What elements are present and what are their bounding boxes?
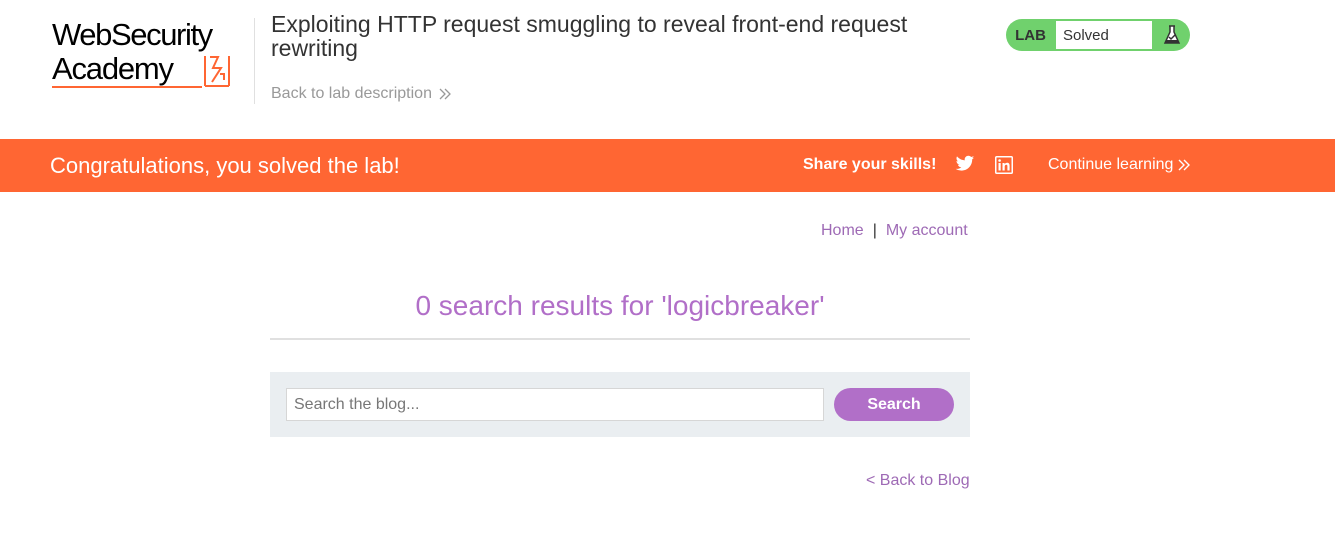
lab-title: Exploiting HTTP request smuggling to rev…	[271, 11, 908, 61]
double-chevron-right-icon	[439, 88, 451, 100]
back-to-description-label: Back to lab description	[271, 85, 432, 102]
lab-status-widget: LAB Solved	[1006, 19, 1190, 51]
continue-learning-link[interactable]: Continue learning	[1048, 156, 1191, 174]
home-link[interactable]: Home	[821, 222, 864, 239]
my-account-link[interactable]: My account	[886, 222, 968, 239]
search-button[interactable]: Search	[834, 388, 954, 421]
lab-header: WebSecurity Academy Exploiting HTTP requ…	[0, 0, 1335, 139]
back-to-lab-description-link[interactable]: Back to lab description	[271, 85, 452, 103]
solved-banner: Congratulations, you solved the lab! Sha…	[0, 139, 1335, 192]
logo-line1: WebSecurity	[52, 17, 213, 52]
nav-separator: |	[872, 222, 877, 239]
lightning-bolt-icon	[204, 56, 230, 87]
linkedin-icon[interactable]	[995, 156, 1013, 174]
lab-status-value: Solved	[1055, 20, 1153, 50]
search-results-heading: 0 search results for 'logicbreaker'	[415, 290, 825, 321]
back-to-blog-link[interactable]: < Back to Blog	[866, 472, 970, 490]
congratulations-message: Congratulations, you solved the lab!	[50, 153, 400, 178]
logo-underline	[52, 86, 202, 88]
double-chevron-right-icon	[1178, 159, 1191, 171]
share-skills-label: Share your skills!	[803, 156, 937, 173]
heading-divider	[270, 338, 970, 340]
web-security-academy-logo[interactable]: WebSecurity Academy	[52, 18, 252, 90]
flask-check-icon	[1153, 19, 1190, 51]
top-nav: Home | My account	[821, 222, 968, 240]
logo-line2: Academy	[52, 51, 174, 86]
search-input[interactable]	[286, 388, 824, 421]
blog-search-form: Search	[270, 372, 970, 437]
lab-badge: LAB	[1015, 27, 1046, 44]
twitter-icon[interactable]	[955, 155, 975, 173]
continue-learning-label: Continue learning	[1048, 156, 1174, 173]
header-divider	[254, 18, 255, 104]
